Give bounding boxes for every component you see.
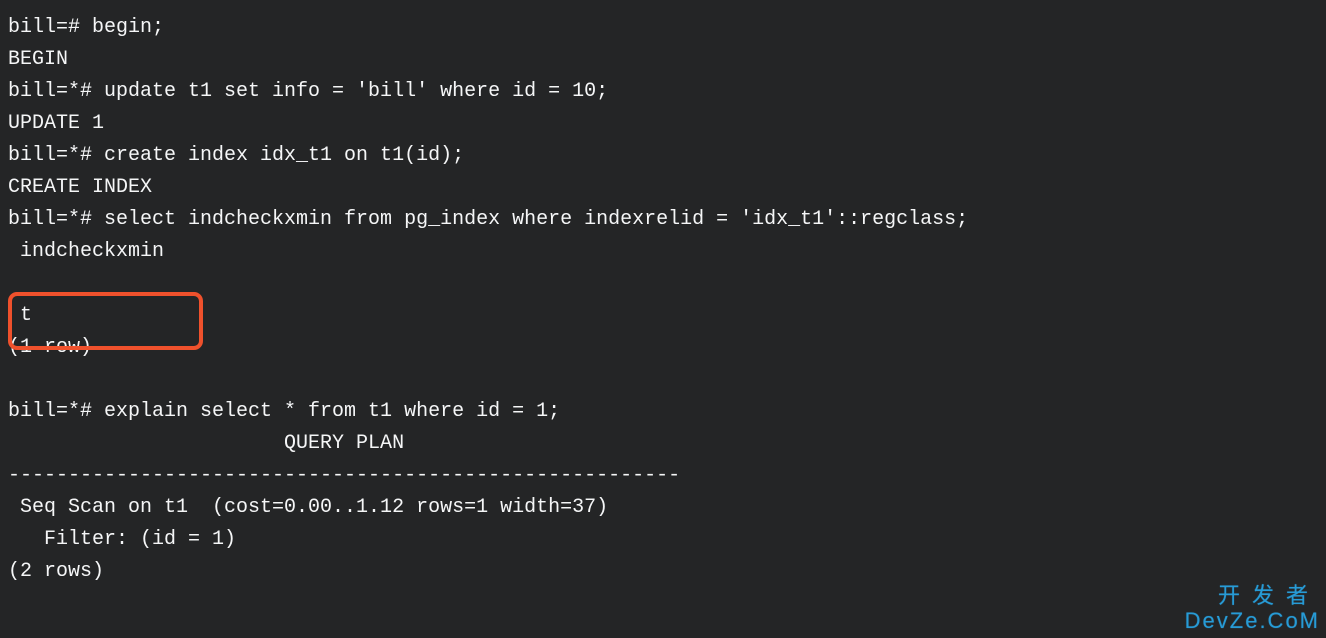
terminal-line: bill=# begin; bbox=[8, 16, 164, 39]
terminal-line: BEGIN bbox=[8, 48, 68, 71]
terminal-line: bill=*# update t1 set info = 'bill' wher… bbox=[8, 80, 608, 103]
terminal-line: (1 row) bbox=[8, 336, 92, 359]
terminal-line: ----------------------------------------… bbox=[8, 464, 680, 487]
terminal-line: (2 rows) bbox=[8, 560, 104, 583]
terminal-line: Filter: (id = 1) bbox=[8, 528, 236, 551]
terminal-line: QUERY PLAN bbox=[8, 432, 404, 455]
terminal-line: t bbox=[8, 304, 32, 327]
terminal-line: bill=*# select indcheckxmin from pg_inde… bbox=[8, 208, 968, 231]
terminal-line: bill=*# create index idx_t1 on t1(id); bbox=[8, 144, 464, 167]
terminal-line: Seq Scan on t1 (cost=0.00..1.12 rows=1 w… bbox=[8, 496, 608, 519]
terminal-line: indcheckxmin bbox=[8, 240, 164, 263]
terminal-line: UPDATE 1 bbox=[8, 112, 104, 135]
terminal-line: bill=*# explain select * from t1 where i… bbox=[8, 400, 560, 423]
watermark-en: DevZe.CoM bbox=[1185, 608, 1320, 634]
terminal-line: CREATE INDEX bbox=[8, 176, 152, 199]
terminal-output[interactable]: bill=# begin; BEGIN bill=*# update t1 se… bbox=[0, 0, 1326, 600]
